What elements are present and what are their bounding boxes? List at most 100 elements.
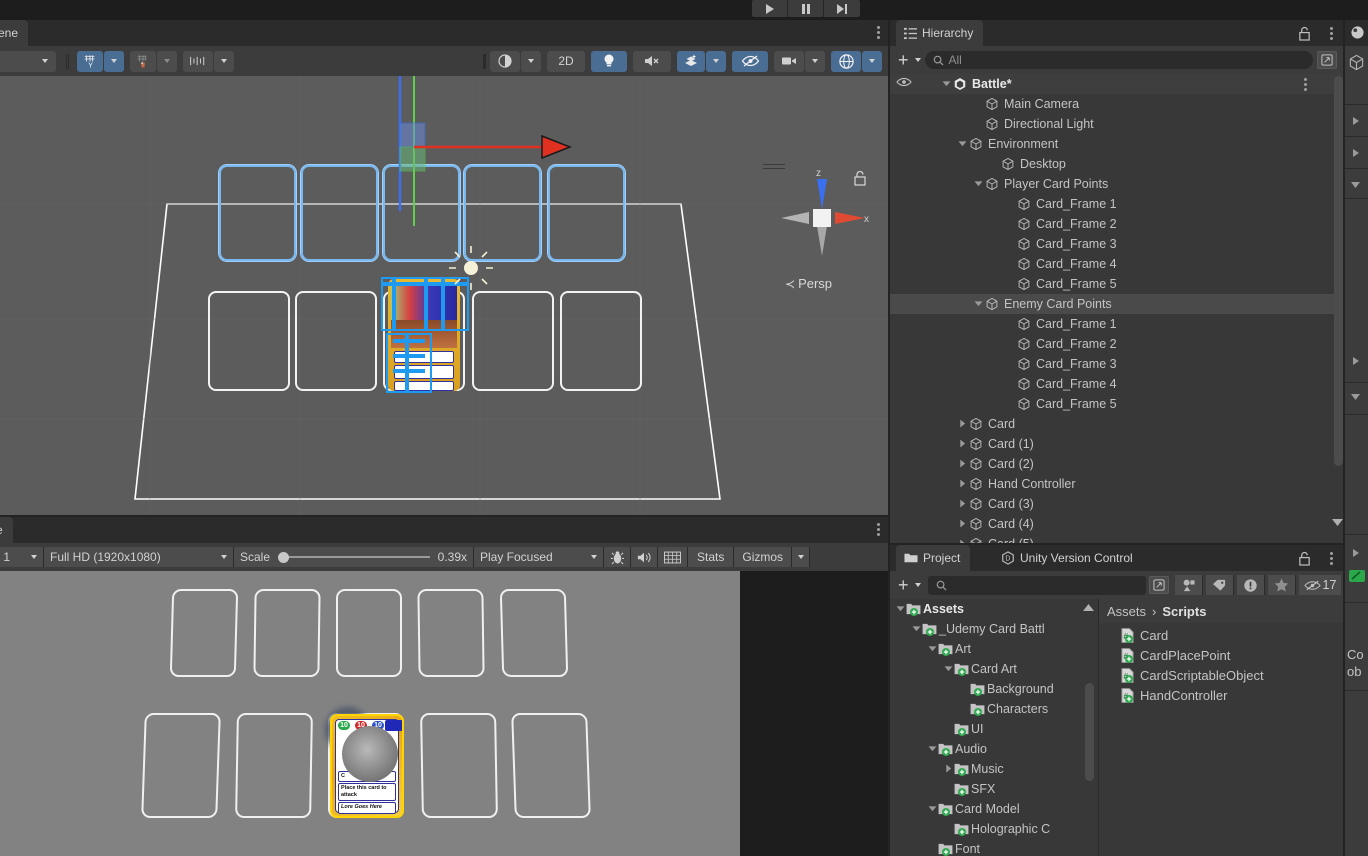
hierarchy-item-desktop[interactable]: Desktop: [890, 154, 1345, 174]
grid-snapping-dropdown[interactable]: [157, 50, 177, 72]
hierarchy-item-hand-controller[interactable]: Hand Controller: [890, 474, 1345, 494]
hierarchy-item-card-frame-1[interactable]: Card_Frame 1: [890, 194, 1345, 214]
hierarchy-item-environment[interactable]: Environment: [890, 134, 1345, 154]
project-file-cardscriptableobject[interactable]: # CardScriptableObject: [1099, 665, 1345, 685]
hierarchy-item-player-card-points[interactable]: Player Card Points: [890, 174, 1345, 194]
game-card-frame-player-4[interactable]: [420, 713, 498, 818]
visibility-toggle[interactable]: [890, 374, 926, 394]
visibility-toggle[interactable]: [890, 114, 926, 134]
hierarchy-add-button[interactable]: +: [898, 51, 921, 69]
foldout-arrow[interactable]: [956, 419, 968, 430]
project-folder-udemy-card-battl[interactable]: _Udemy Card Battl: [890, 619, 1098, 639]
tab-hierarchy[interactable]: Hierarchy: [896, 20, 984, 46]
foldout-arrow[interactable]: [926, 805, 938, 814]
hierarchy-item-card-frame-2[interactable]: Card_Frame 2: [890, 214, 1345, 234]
scene-camera-dropdown[interactable]: [805, 50, 825, 72]
hierarchy-item-card-frame-1[interactable]: Card_Frame 1: [890, 314, 1345, 334]
play-mode-dropdown[interactable]: Play Focused: [474, 547, 604, 567]
breadcrumb-scripts[interactable]: Scripts: [1162, 604, 1206, 619]
scene-lighting-button[interactable]: [591, 50, 627, 72]
game-render-surface[interactable]: 10 10 10 C Place this card to attack Lor…: [0, 571, 740, 856]
visibility-toggle[interactable]: [890, 494, 926, 514]
project-folder-audio[interactable]: Audio: [890, 739, 1098, 759]
foldout-arrow[interactable]: [956, 439, 968, 450]
visibility-toggle[interactable]: [890, 354, 926, 374]
gizmos-button[interactable]: [831, 50, 861, 72]
hierarchy-item-card-4[interactable]: Card (4): [890, 514, 1345, 534]
foldout-arrow[interactable]: [972, 180, 984, 189]
snap-increment-button[interactable]: [183, 50, 213, 72]
toggle-2d-button[interactable]: 2D: [547, 50, 585, 72]
visibility-toggle[interactable]: [890, 394, 926, 414]
project-lock-icon[interactable]: [1298, 551, 1311, 569]
game-card-frame-enemy-5[interactable]: [499, 589, 569, 677]
scene-card-frame-player-2[interactable]: [295, 291, 377, 391]
scene-visibility-button[interactable]: [732, 50, 768, 72]
hierarchy-item-card-frame-4[interactable]: Card_Frame 4: [890, 254, 1345, 274]
breadcrumb[interactable]: Assets › Scripts: [1099, 599, 1345, 623]
project-folder-sfx[interactable]: SFX: [890, 779, 1098, 799]
projection-mode[interactable]: ≺ Persp: [785, 276, 832, 291]
project-kebab-icon[interactable]: [1330, 552, 1333, 567]
component-foldout-arrow-5[interactable]: [1350, 392, 1361, 401]
gizmos-dropdown[interactable]: [862, 50, 882, 72]
tab-game[interactable]: Game: [0, 517, 13, 543]
tab-version-control[interactable]: D Unity Version Control: [993, 545, 1143, 571]
hierarchy-tree[interactable]: Battle* Main Camera Directional Light Envir…: [890, 74, 1345, 545]
vertical-splitter-main[interactable]: [888, 20, 890, 856]
project-tree-scrollbar[interactable]: [1085, 683, 1094, 781]
filter-by-label-button[interactable]: [1206, 575, 1234, 595]
hierarchy-item-card-2[interactable]: Card (2): [890, 454, 1345, 474]
hierarchy-item-card-frame-3[interactable]: Card_Frame 3: [890, 354, 1345, 374]
scale-slider-handle[interactable]: [278, 551, 290, 563]
foldout-arrow[interactable]: [942, 764, 954, 775]
visibility-toggle[interactable]: [890, 214, 926, 234]
visibility-toggle[interactable]: [890, 254, 926, 274]
component-foldout-arrow-2[interactable]: [1351, 148, 1361, 158]
game-card-frame-enemy-2[interactable]: [253, 589, 321, 677]
visibility-toggle[interactable]: [890, 74, 926, 94]
display-dropdown[interactable]: play 1: [0, 547, 44, 567]
scene-orientation-gizmo[interactable]: z x ≺ Persp: [763, 164, 881, 299]
directional-light-gizmo[interactable]: [446, 243, 496, 293]
foldout-arrow[interactable]: [956, 519, 968, 530]
foldout-arrow[interactable]: [926, 645, 938, 654]
project-folder-music[interactable]: Music: [890, 759, 1098, 779]
visibility-toggle[interactable]: [890, 194, 926, 214]
scene-card-frame-player-1[interactable]: [208, 291, 290, 391]
foldout-arrow[interactable]: [894, 605, 906, 614]
visibility-toggle[interactable]: [890, 94, 926, 114]
pause-button[interactable]: [788, 0, 824, 17]
project-folder-font[interactable]: Font: [890, 839, 1098, 856]
project-expand-button[interactable]: [1149, 576, 1169, 594]
shading-mode-dropdown[interactable]: [521, 50, 541, 72]
pivot-rotation-dropdown[interactable]: Local: [0, 50, 56, 72]
hierarchy-kebab-icon[interactable]: [1330, 27, 1333, 42]
hierarchy-item-card-frame-5[interactable]: Card_Frame 5: [890, 394, 1345, 414]
component-foldout-arrow-3[interactable]: [1350, 180, 1361, 189]
project-file-cardplacepoint[interactable]: # CardPlacePoint: [1099, 645, 1345, 665]
lock-icon[interactable]: [853, 170, 867, 186]
project-folder-card-model[interactable]: Card Model: [890, 799, 1098, 819]
scene-card-frame-player-4[interactable]: [472, 291, 554, 391]
project-folder-card-art[interactable]: Card Art: [890, 659, 1098, 679]
row-kebab-icon[interactable]: [1304, 78, 1307, 93]
foldout-arrow[interactable]: [956, 479, 968, 490]
project-folder-background[interactable]: Background: [890, 679, 1098, 699]
hierarchy-scrollbar[interactable]: [1334, 76, 1343, 466]
project-contents[interactable]: Assets › Scripts # Card # CardPlacePoint # Ca…: [1099, 599, 1345, 856]
visibility-toggle[interactable]: [890, 474, 926, 494]
game-viewport[interactable]: 10 10 10 C Place this card to attack Lor…: [0, 571, 890, 856]
hierarchy-item-card-frame-4[interactable]: Card_Frame 4: [890, 374, 1345, 394]
visibility-toggle[interactable]: [890, 174, 926, 194]
component-foldout-arrow-1[interactable]: [1351, 116, 1361, 126]
hierarchy-item-main-camera[interactable]: Main Camera: [890, 94, 1345, 114]
foldout-arrow[interactable]: [910, 625, 922, 634]
aspect-dropdown[interactable]: Full HD (1920x1080): [44, 547, 234, 567]
snap-increment-dropdown[interactable]: [214, 50, 234, 72]
hierarchy-item-card-frame-3[interactable]: Card_Frame 3: [890, 234, 1345, 254]
game-card-frame-player-1[interactable]: [141, 713, 221, 818]
grid-axis-dropdown[interactable]: [104, 50, 124, 72]
game-card-object[interactable]: 10 10 10 C Place this card to attack Lor…: [330, 714, 404, 818]
step-button[interactable]: [824, 0, 860, 17]
